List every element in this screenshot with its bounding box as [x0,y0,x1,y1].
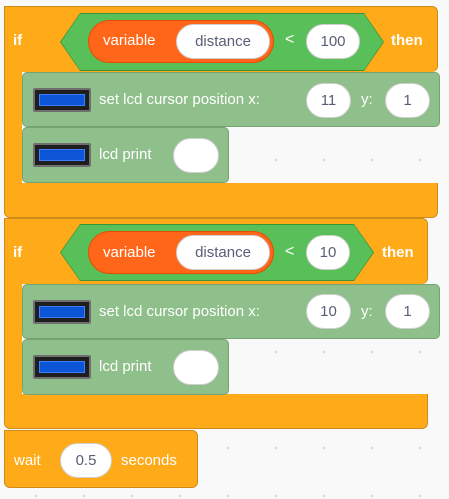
cursor-x-input[interactable]: 11 [306,83,351,118]
wait-seconds-input[interactable]: 0.5 [60,443,112,478]
set-cursor-label: set lcd cursor position x: [99,303,260,320]
if-block-2[interactable]: if variable distance < 10 then set lcd c… [0,218,449,430]
if-block-1-arm[interactable] [4,71,22,186]
lcd-display-icon [33,355,91,379]
compare-value-input[interactable]: 100 [306,24,360,59]
if-block-1[interactable]: if variable distance < 100 then set lcd … [0,0,449,220]
y-label: y: [361,303,373,320]
lcd-display-icon [33,88,91,112]
operator-symbol: < [285,243,295,260]
seconds-label: seconds [121,452,177,469]
operator-symbol: < [285,31,295,48]
then-label: then [382,244,414,261]
if-block-2-arm[interactable] [4,283,22,395]
variable-dropdown[interactable]: distance [176,24,270,59]
y-label: y: [361,91,373,108]
cursor-y-input[interactable]: 1 [385,294,430,329]
variable-label: variable [103,244,156,261]
lcd-print-label: lcd print [99,358,152,375]
lcd-print-label: lcd print [99,146,152,163]
if-block-1-footer[interactable] [4,183,438,218]
if-keyword: if [13,244,23,261]
compare-value-input[interactable]: 10 [306,235,350,270]
then-label: then [391,32,423,49]
if-keyword: if [13,32,23,49]
variable-label: variable [103,32,156,49]
cursor-y-input[interactable]: 1 [385,83,430,118]
variable-dropdown[interactable]: distance [176,235,270,270]
lcd-print-text-input[interactable] [173,138,219,173]
lcd-display-icon [33,300,91,324]
if-block-2-footer[interactable] [4,394,428,429]
lcd-print-text-input[interactable] [173,350,219,385]
cursor-x-input[interactable]: 10 [306,294,351,329]
set-cursor-label: set lcd cursor position x: [99,91,260,108]
lcd-display-icon [33,143,91,167]
wait-label: wait [14,452,41,469]
